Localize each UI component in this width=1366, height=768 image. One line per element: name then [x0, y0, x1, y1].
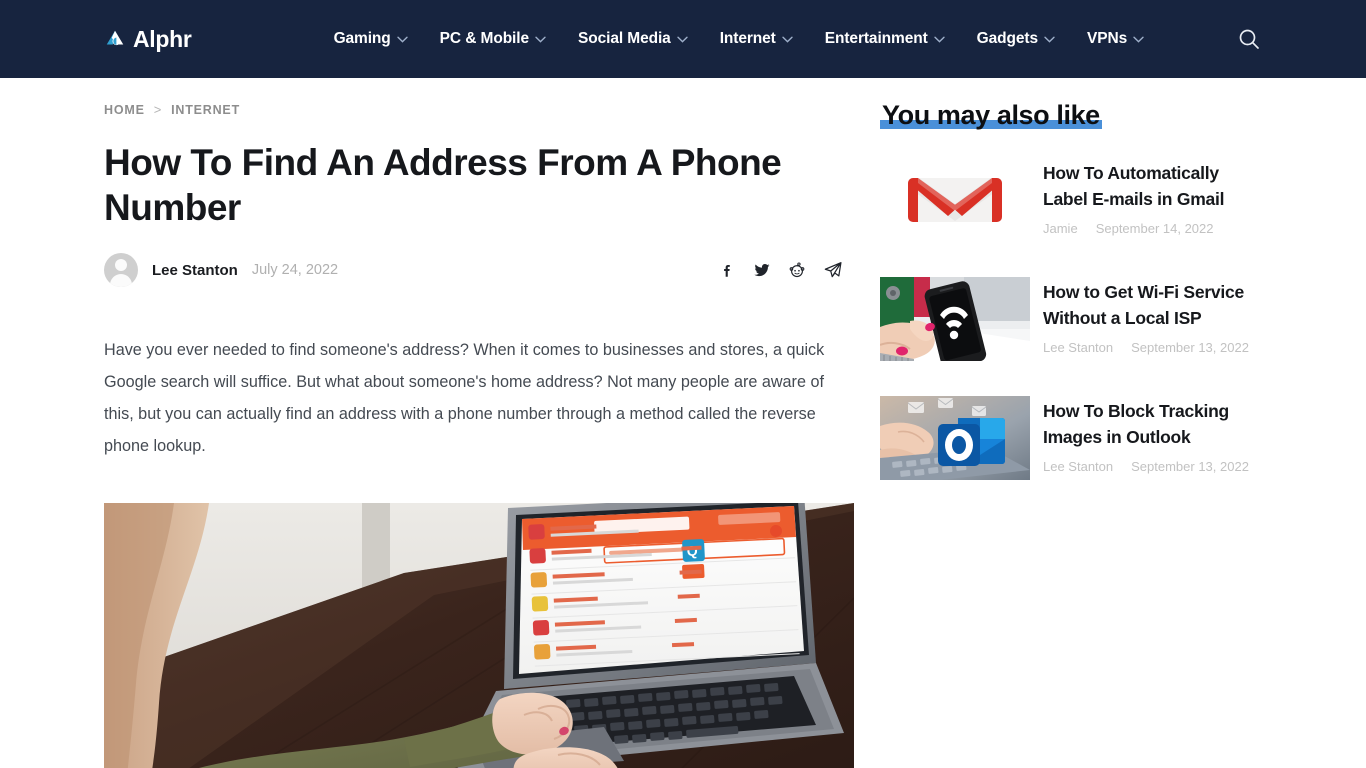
article-column: HOME > INTERNET How To Find An Address F… [104, 78, 854, 768]
nav-label: Gadgets [976, 30, 1038, 47]
list-item-text: How To Automatically Label E-mails in Gm… [1043, 158, 1262, 242]
nav-item-vpns[interactable]: VPNs [1087, 30, 1144, 48]
related-title[interactable]: How to Get Wi-Fi Service Without a Local… [1043, 279, 1262, 331]
reddit-share-icon[interactable] [788, 261, 806, 279]
nav-item-internet[interactable]: Internet [720, 30, 793, 48]
list-item[interactable]: How to Get Wi-Fi Service Without a Local… [880, 277, 1262, 361]
related-meta: Lee Stanton September 13, 2022 [1043, 459, 1262, 474]
related-meta: Lee Stanton September 13, 2022 [1043, 340, 1262, 355]
search-icon [1239, 29, 1259, 49]
breadcrumb: HOME > INTERNET [104, 102, 854, 117]
breadcrumb-internet[interactable]: INTERNET [171, 103, 240, 117]
related-title[interactable]: How To Block Tracking Images in Outlook [1043, 398, 1262, 450]
breadcrumb-separator-icon: > [153, 102, 163, 117]
breadcrumb-home[interactable]: HOME [104, 103, 145, 117]
chevron-down-icon [396, 36, 408, 43]
chevron-down-icon [677, 36, 688, 43]
nav-item-social-media[interactable]: Social Media [578, 30, 688, 48]
article-hero-image: Q [104, 503, 854, 768]
alphr-droplet-logo-icon [104, 28, 126, 50]
related-heading-wrap: You may also like [880, 100, 1102, 131]
svg-text:Q: Q [686, 542, 698, 559]
author-name[interactable]: Lee Stanton [152, 262, 238, 279]
nav-label: Entertainment [824, 30, 928, 47]
chevron-down-icon [1133, 36, 1144, 43]
article-byline: Lee Stanton July 24, 2022 [104, 252, 854, 288]
page-title: How To Find An Address From A Phone Numb… [104, 142, 782, 228]
related-heading: You may also like [882, 100, 1100, 130]
twitter-share-icon[interactable] [753, 261, 771, 279]
article-paragraph: Have you ever needed to find someone's a… [104, 341, 825, 455]
nav-item-entertainment[interactable]: Entertainment [825, 30, 945, 48]
list-item-text: How to Get Wi-Fi Service Without a Local… [1043, 277, 1262, 361]
share-row [719, 260, 843, 280]
site-logo[interactable]: Alphr [104, 26, 192, 53]
chevron-down-icon [535, 36, 546, 43]
publish-date: July 24, 2022 [251, 262, 339, 278]
related-date: September 14, 2022 [1095, 221, 1214, 236]
list-item[interactable]: How To Block Tracking Images in Outlook … [880, 396, 1262, 480]
nav-item-gaming[interactable]: Gaming [334, 30, 408, 48]
facebook-share-icon[interactable] [719, 262, 736, 279]
nav-label: PC & Mobile [439, 30, 529, 47]
nav-label: Social Media [578, 30, 671, 47]
nav-item-pc-mobile[interactable]: PC & Mobile [440, 30, 546, 48]
outlook-logo-thumbnail [880, 396, 1030, 480]
gmail-logo-thumbnail [880, 158, 1030, 242]
related-list: How To Automatically Label E-mails in Gm… [880, 158, 1262, 480]
related-author: Lee Stanton [1043, 340, 1114, 355]
search-button[interactable] [1236, 26, 1262, 52]
chevron-down-icon [782, 36, 793, 43]
nav-label: Gaming [333, 30, 391, 47]
related-author: Lee Stanton [1043, 459, 1114, 474]
telegram-share-icon[interactable] [823, 260, 843, 280]
logo-text: Alphr [133, 25, 192, 52]
page-content: HOME > INTERNET How To Find An Address F… [0, 78, 1366, 768]
list-item-text: How To Block Tracking Images in Outlook … [1043, 396, 1262, 480]
related-author: Jamie [1043, 221, 1078, 236]
related-date: September 13, 2022 [1131, 340, 1249, 355]
chevron-down-icon [1044, 36, 1055, 43]
related-date: September 13, 2022 [1131, 459, 1249, 474]
related-title[interactable]: How To Automatically Label E-mails in Gm… [1043, 160, 1262, 212]
nav-label: VPNs [1087, 30, 1128, 47]
nav-item-gadgets[interactable]: Gadgets [977, 30, 1055, 48]
related-meta: Jamie September 14, 2022 [1043, 221, 1262, 236]
site-header: Alphr Gaming PC & Mobile Social Media In… [0, 0, 1366, 78]
chevron-down-icon [933, 36, 945, 43]
wifi-phone-thumbnail [880, 277, 1030, 361]
main-navigation: Gaming PC & Mobile Social Media Internet… [334, 30, 1145, 48]
related-sidebar: You may also like How To Automatically L… [880, 78, 1262, 768]
nav-label: Internet [719, 30, 776, 47]
list-item[interactable]: How To Automatically Label E-mails in Gm… [880, 158, 1262, 242]
avatar [104, 253, 138, 287]
